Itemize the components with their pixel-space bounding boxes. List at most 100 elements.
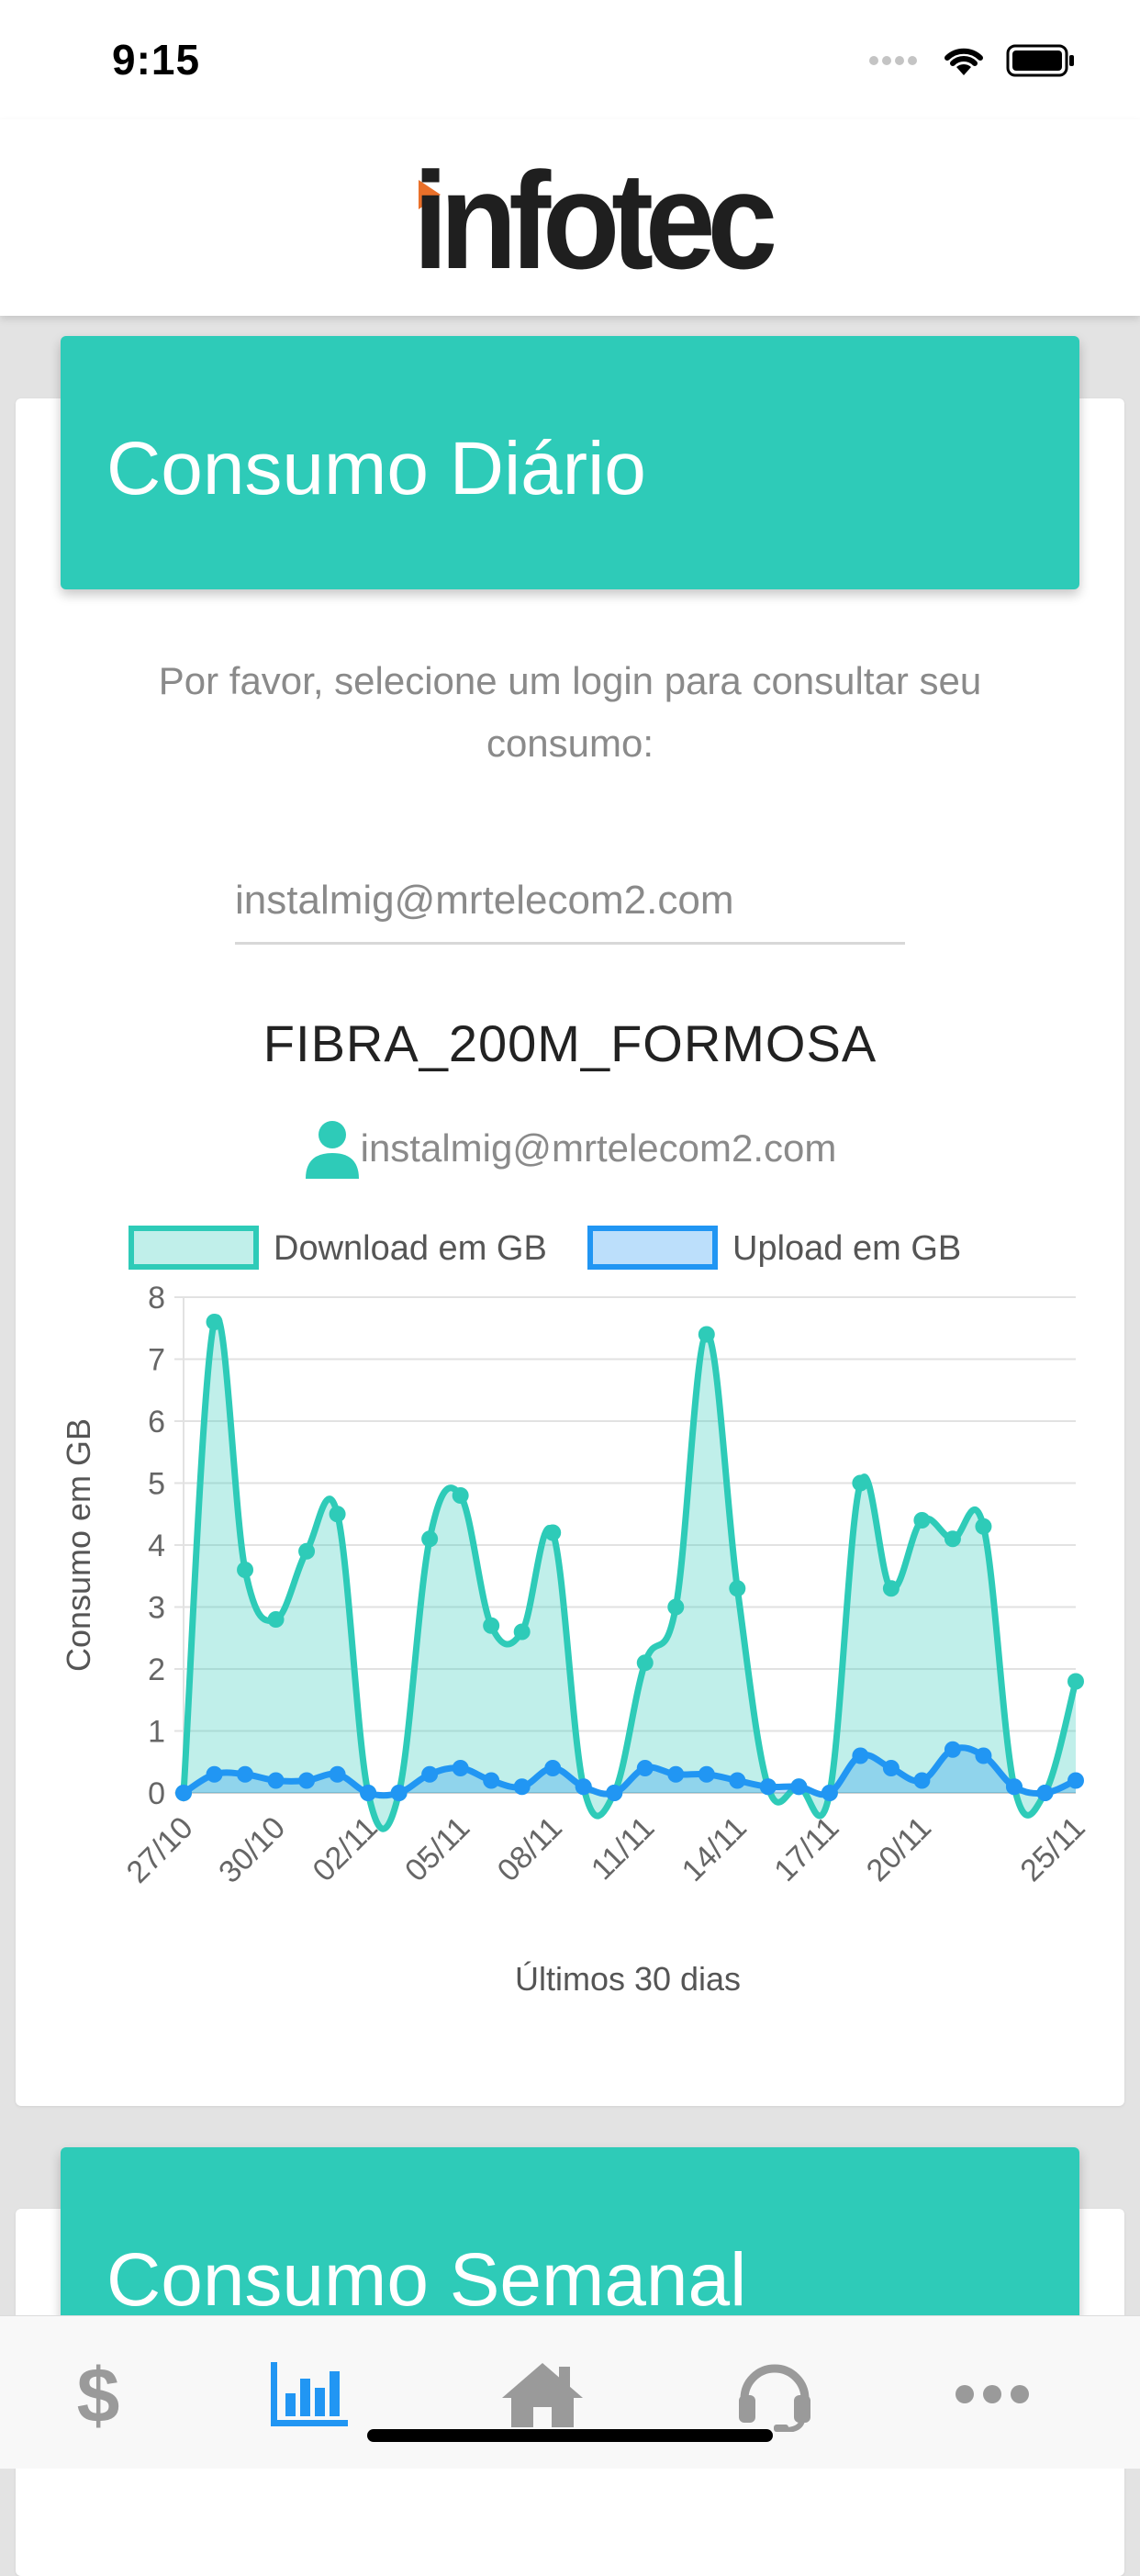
x-tick-label: 27/10 bbox=[120, 1810, 200, 1890]
data-point bbox=[852, 1747, 869, 1764]
data-point bbox=[175, 1785, 192, 1801]
y-tick-label: 5 bbox=[148, 1467, 165, 1502]
tab-consumption[interactable] bbox=[263, 2353, 355, 2436]
y-tick-label: 7 bbox=[148, 1343, 165, 1378]
x-tick-label: 20/11 bbox=[860, 1810, 938, 1888]
data-point bbox=[421, 1530, 439, 1548]
data-point bbox=[360, 1785, 377, 1801]
headset-icon bbox=[739, 2364, 810, 2432]
data-point bbox=[267, 1611, 285, 1628]
x-tick-label: 14/11 bbox=[676, 1810, 754, 1888]
status-icons bbox=[868, 44, 1076, 77]
login-select-field[interactable] bbox=[235, 859, 905, 945]
daily-consumption-banner: Consumo Diário bbox=[61, 336, 1079, 589]
tab-home[interactable] bbox=[497, 2353, 588, 2436]
data-point bbox=[544, 1760, 562, 1776]
tab-more[interactable] bbox=[946, 2353, 1038, 2436]
x-axis-title: Últimos 30 dias bbox=[515, 1960, 741, 1998]
data-point bbox=[1067, 1772, 1084, 1789]
signal-icon bbox=[869, 56, 917, 65]
battery-icon bbox=[1006, 44, 1074, 77]
data-point bbox=[237, 1765, 254, 1783]
data-point bbox=[667, 1598, 685, 1616]
data-point bbox=[944, 1530, 961, 1548]
data-point bbox=[882, 1760, 900, 1776]
tab-support[interactable] bbox=[729, 2353, 821, 2436]
data-point bbox=[206, 1314, 223, 1330]
data-point bbox=[667, 1765, 685, 1783]
user-line: instalmig@mrtelecom2.com bbox=[0, 1118, 1140, 1179]
data-point bbox=[913, 1512, 931, 1529]
weekly-consumption-title: Consumo Semanal bbox=[106, 2238, 747, 2322]
y-tick-label: 2 bbox=[148, 1652, 165, 1687]
infotec-logo: infotec bbox=[413, 147, 777, 294]
data-point bbox=[852, 1474, 869, 1492]
series-area-0 bbox=[184, 1316, 1076, 1830]
x-tick-label: 08/11 bbox=[491, 1810, 569, 1888]
home-icon bbox=[502, 2363, 583, 2427]
y-tick-label: 8 bbox=[148, 1281, 165, 1316]
data-point bbox=[698, 1765, 715, 1783]
status-bar: 9:15 bbox=[0, 0, 1140, 119]
daily-consumption-chart: 01234567827/10 30/10 02/11 05/11 08/11 11/11 1… bbox=[60, 1226, 1092, 1998]
data-point bbox=[575, 1778, 592, 1796]
data-point bbox=[267, 1772, 285, 1789]
data-point bbox=[606, 1785, 623, 1801]
data-point bbox=[421, 1765, 439, 1783]
x-tick-label: 11/11 bbox=[585, 1810, 661, 1887]
data-point bbox=[944, 1741, 961, 1758]
app-header: infotec bbox=[0, 119, 1140, 316]
data-point bbox=[975, 1747, 992, 1764]
legend-swatch bbox=[587, 1226, 718, 1270]
legend-label: Upload em GB bbox=[732, 1229, 961, 1268]
plan-name: FIBRA_200M_FORMOSA bbox=[263, 1014, 877, 1072]
data-point bbox=[237, 1562, 254, 1578]
data-point bbox=[790, 1778, 808, 1796]
y-tick-label: 6 bbox=[148, 1405, 165, 1439]
home-indicator bbox=[367, 2429, 773, 2442]
x-tick-label: 02/11 bbox=[307, 1810, 385, 1888]
data-point bbox=[975, 1518, 992, 1535]
data-point bbox=[636, 1654, 654, 1672]
data-point bbox=[513, 1778, 531, 1796]
data-point bbox=[698, 1326, 715, 1343]
y-axis-title: Consumo em GB bbox=[60, 1418, 97, 1672]
legend-swatch bbox=[129, 1226, 259, 1270]
x-tick-label: 25/11 bbox=[1013, 1810, 1091, 1888]
bar-chart-icon bbox=[271, 2362, 348, 2426]
wifi-icon bbox=[944, 48, 983, 75]
data-point bbox=[206, 1765, 223, 1783]
y-tick-label: 1 bbox=[148, 1715, 165, 1750]
data-point bbox=[759, 1778, 777, 1796]
data-point bbox=[329, 1506, 346, 1523]
data-point bbox=[544, 1524, 562, 1541]
data-point bbox=[1005, 1778, 1023, 1796]
data-point bbox=[483, 1617, 500, 1634]
svg-text:$: $ bbox=[77, 2356, 120, 2433]
y-tick-label: 0 bbox=[148, 1776, 165, 1811]
data-point bbox=[298, 1542, 316, 1560]
y-tick-label: 4 bbox=[148, 1529, 165, 1563]
data-point bbox=[882, 1580, 900, 1597]
data-point bbox=[636, 1760, 654, 1776]
user-icon bbox=[305, 1121, 359, 1179]
tab-billing[interactable]: $ bbox=[52, 2353, 144, 2436]
data-point bbox=[513, 1623, 531, 1641]
data-point bbox=[452, 1487, 469, 1504]
x-tick-label: 05/11 bbox=[398, 1810, 476, 1888]
data-point bbox=[729, 1772, 746, 1789]
data-point bbox=[1036, 1785, 1054, 1801]
status-time: 9:15 bbox=[112, 36, 201, 84]
more-icon bbox=[956, 2385, 1029, 2403]
bottom-tab-bar: $ bbox=[0, 2315, 1140, 2469]
daily-consumption-title: Consumo Diário bbox=[106, 427, 646, 510]
y-tick-label: 3 bbox=[148, 1591, 165, 1626]
data-point bbox=[298, 1772, 316, 1789]
data-point bbox=[821, 1785, 838, 1801]
logo-text: infotec bbox=[413, 143, 777, 297]
data-point bbox=[1067, 1673, 1084, 1690]
data-point bbox=[483, 1772, 500, 1789]
dollar-icon: $ bbox=[77, 2356, 120, 2433]
data-point bbox=[913, 1772, 931, 1789]
data-point bbox=[329, 1765, 346, 1783]
